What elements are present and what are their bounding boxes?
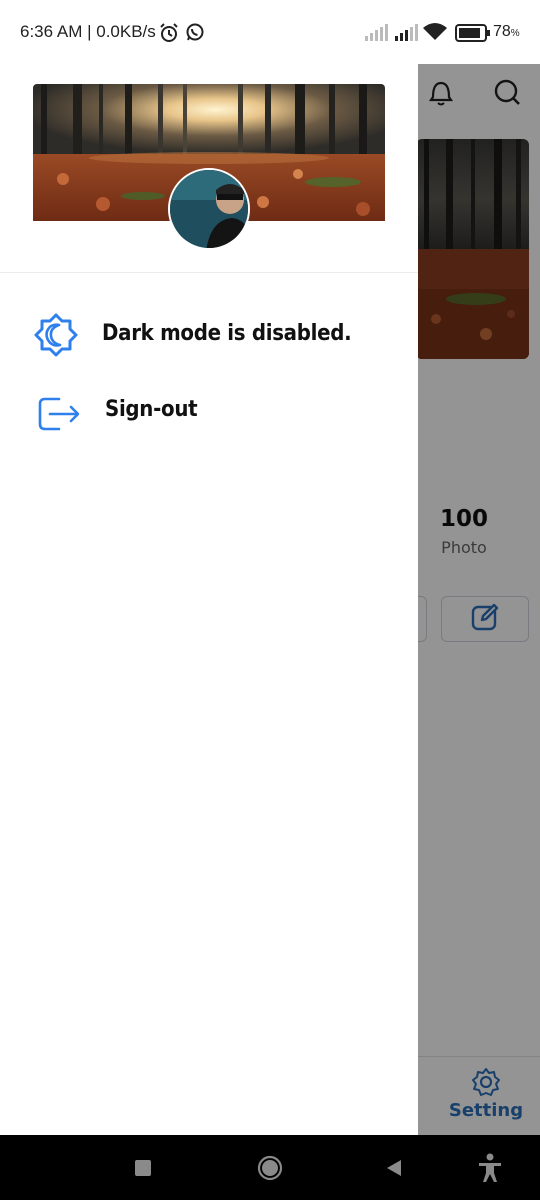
dark-mode-label: Dark mode is disabled.	[102, 321, 352, 346]
navigation-drawer: Dark mode is disabled. Sign-out	[0, 64, 418, 1135]
sign-out-icon	[33, 390, 80, 436]
battery-icon	[455, 24, 491, 47]
alarm-icon	[158, 22, 180, 49]
accessibility-icon[interactable]	[473, 1151, 507, 1185]
recents-square-icon[interactable]	[126, 1151, 160, 1185]
signal-icon	[364, 24, 388, 47]
signal-icon	[394, 24, 418, 47]
dark-mode-toggle[interactable]: Dark mode is disabled.	[0, 304, 418, 364]
home-circle-icon[interactable]	[253, 1151, 287, 1185]
sign-out-label: Sign-out	[105, 397, 198, 422]
sign-out-button[interactable]: Sign-out	[0, 382, 418, 442]
drawer-divider	[0, 272, 418, 273]
back-triangle-icon[interactable]	[377, 1151, 411, 1185]
whatsapp-icon	[185, 22, 205, 47]
dark-mode-icon	[33, 312, 79, 358]
battery-level: 78%	[493, 23, 520, 40]
status-time-speed: 6:36 AM | 0.0KB/s	[20, 22, 156, 41]
system-nav-bar	[0, 1135, 540, 1200]
status-bar: 6:36 AM | 0.0KB/s 78%	[0, 0, 540, 64]
profile-avatar[interactable]	[168, 168, 250, 250]
wifi-icon	[423, 22, 447, 47]
